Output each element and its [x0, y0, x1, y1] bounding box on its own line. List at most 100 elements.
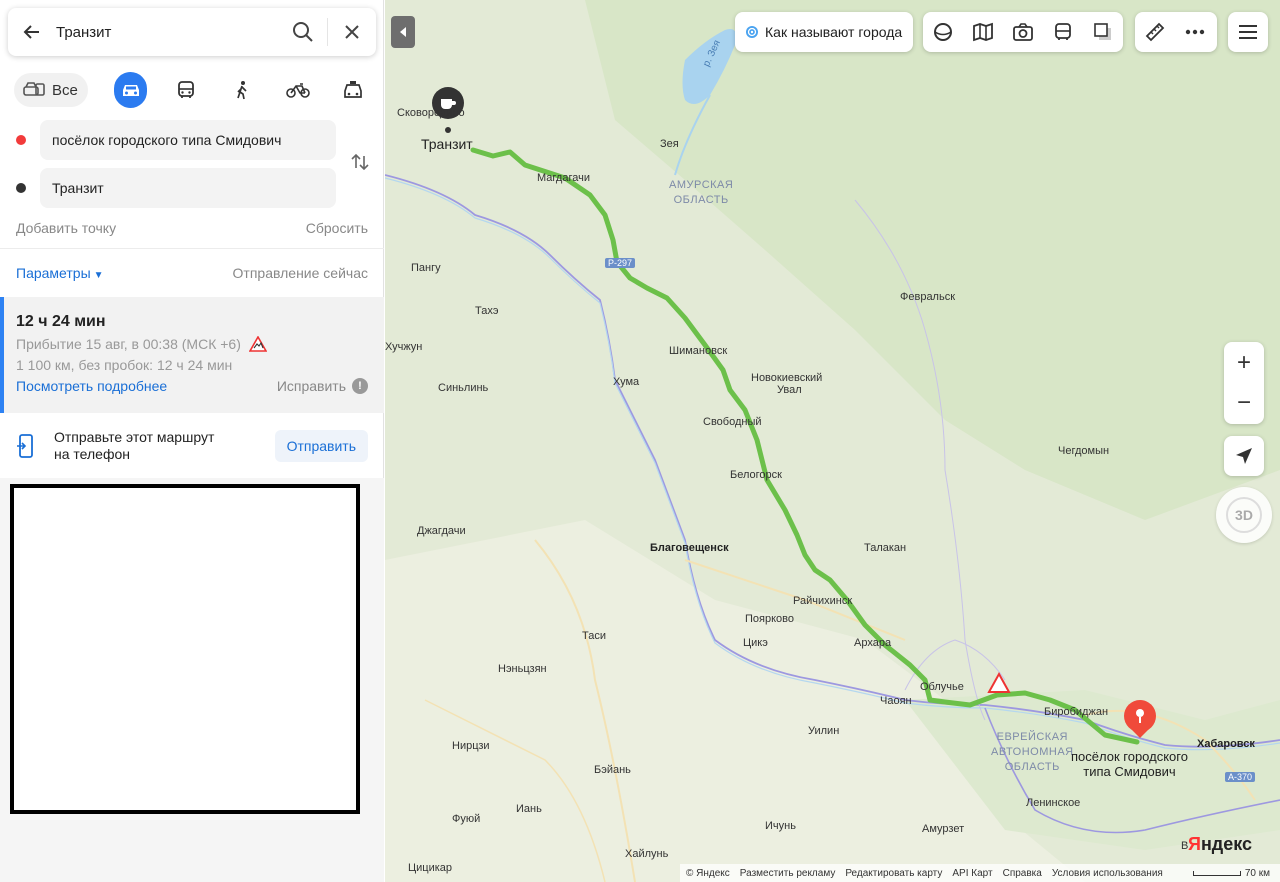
search-button[interactable]: [279, 8, 327, 56]
city-label: Свободный: [703, 416, 762, 428]
yandex-logo: Яндекс: [1188, 834, 1252, 855]
route-fix-button[interactable]: Исправить!: [277, 378, 368, 394]
city-label: Иань: [516, 803, 542, 815]
city-label: Цицикар: [408, 862, 453, 874]
mode-bus-button[interactable]: [169, 72, 203, 108]
send-button[interactable]: Отправить: [274, 430, 368, 462]
city-label: Зея: [660, 138, 679, 150]
city-label: Поярково: [745, 613, 794, 625]
menu-button[interactable]: [1228, 12, 1268, 52]
city-label: Нэньцзян: [498, 663, 547, 675]
road-badge: Р-297: [605, 258, 636, 268]
locate-button[interactable]: [1224, 436, 1264, 476]
map-layer-button[interactable]: [963, 12, 1003, 52]
transport-layer-button[interactable]: [1043, 12, 1083, 52]
zoom-out-button[interactable]: −: [1224, 383, 1264, 423]
compass-3d-label: 3D: [1226, 497, 1262, 533]
layers-button[interactable]: [1083, 12, 1123, 52]
camera-icon: [1013, 23, 1033, 41]
layers-icon: [1094, 23, 1111, 40]
city-label: Архара: [854, 637, 892, 649]
city-label: Пангу: [411, 262, 441, 274]
more-button[interactable]: [1175, 12, 1215, 52]
edit-map-link[interactable]: Редактировать карту: [845, 868, 942, 879]
menu-toolbar: [1228, 12, 1268, 52]
route-distance: 1 100 км, без пробок: 12 ч 24 мин: [16, 357, 233, 373]
city-label: Хабаровск: [1197, 738, 1255, 750]
panorama-icon: [934, 23, 952, 41]
city-label: Новокиевский: [751, 372, 823, 384]
copyright-link[interactable]: © Яндекс: [686, 868, 730, 879]
city-label: Биробиджан: [1044, 706, 1109, 718]
road-works-icon: [248, 336, 267, 352]
city-label: Райчихинск: [793, 595, 853, 607]
clear-button[interactable]: [328, 8, 376, 56]
photos-button[interactable]: [1003, 12, 1043, 52]
close-icon: [345, 25, 359, 39]
route-card[interactable]: 12 ч 24 мин Прибытие 15 авг, в 00:38 (МС…: [0, 297, 384, 413]
map-area[interactable]: Сковородино Транзит Зея Магдагачи Пангу …: [385, 0, 1280, 882]
parameters-link[interactable]: Параметры ▼: [16, 265, 104, 281]
city-label: Фуюй: [452, 813, 481, 825]
swap-points-button[interactable]: [346, 148, 374, 176]
mode-bike-button[interactable]: [281, 72, 315, 108]
api-link[interactable]: API Карт: [952, 868, 992, 879]
route-from-input[interactable]: посёлок городского типа Смидович: [40, 120, 336, 160]
car-bus-icon: [23, 82, 45, 96]
route-details-link[interactable]: Посмотреть подробнее: [16, 378, 167, 394]
swap-icon: [351, 153, 369, 171]
city-label: Таси: [582, 630, 606, 642]
mode-taxi-button[interactable]: [336, 72, 370, 108]
ads-link[interactable]: Разместить рекламу: [740, 868, 836, 879]
city-label: Талакан: [864, 542, 907, 554]
geolocation-icon: [1236, 448, 1252, 464]
city-label: Чегдомын: [1058, 445, 1110, 457]
panorama-button[interactable]: [923, 12, 963, 52]
promo-label: Как называют города: [765, 24, 903, 40]
send-to-phone-row: Отправьте этот маршрут на телефон Отправ…: [16, 424, 368, 468]
origin-point-icon: [445, 127, 451, 133]
route-to-input[interactable]: Транзит: [40, 168, 336, 208]
pedestrian-icon: [237, 81, 247, 100]
logo-letter: Я: [1188, 834, 1201, 854]
city-label: Цикэ: [743, 637, 768, 649]
back-button[interactable]: [8, 8, 56, 56]
exclamation-icon: !: [352, 378, 368, 394]
chevron-left-icon: [400, 27, 406, 37]
mode-all-label: Все: [52, 81, 78, 99]
city-label: Хучжун: [385, 341, 423, 353]
terms-link[interactable]: Условия использования: [1052, 868, 1163, 879]
route-arrival: Прибытие 15 авг, в 00:38 (МСК +6): [16, 336, 241, 352]
zoom-in-button[interactable]: +: [1224, 343, 1264, 383]
region-label: АМУРСКАЯ ОБЛАСТЬ: [669, 178, 733, 208]
send-text-line1: Отправьте этот маршрут: [54, 429, 215, 445]
help-link[interactable]: Справка: [1003, 868, 1042, 879]
city-label: Тахэ: [475, 305, 499, 317]
ruler-button[interactable]: [1135, 12, 1175, 52]
map-fold-icon: [973, 22, 993, 42]
to-dot-icon: [16, 183, 26, 193]
tools-toolbar: [1135, 12, 1217, 52]
route-card-actions: Посмотреть подробнее Исправить!: [16, 378, 368, 394]
ruler-icon: [1145, 22, 1165, 42]
collapse-panel-button[interactable]: [391, 16, 415, 48]
route-fix-label: Исправить: [276, 378, 346, 394]
route-to-row: Транзит: [16, 168, 336, 208]
road-badge: А-370: [1225, 772, 1256, 782]
city-label: Синьлинь: [438, 382, 489, 394]
route-from-row: посёлок городского типа Смидович: [16, 120, 336, 160]
search-input[interactable]: Транзит: [56, 24, 279, 41]
mode-walk-button[interactable]: [225, 72, 259, 108]
city-label: Магдагачи: [537, 172, 590, 184]
departure-time[interactable]: Отправление сейчас: [233, 265, 368, 281]
from-dot-icon: [16, 135, 26, 145]
mode-car-button[interactable]: [113, 72, 148, 108]
city-label: Джагдачи: [417, 525, 466, 537]
reset-link[interactable]: Сбросить: [306, 220, 368, 236]
promo-button[interactable]: Как называют города: [735, 12, 913, 52]
mode-all-button[interactable]: Все: [14, 73, 88, 107]
add-point-link[interactable]: Добавить точку: [16, 220, 116, 236]
scale-bar: [1192, 870, 1241, 876]
city-label: Хайлунь: [625, 848, 669, 860]
compass-3d-button[interactable]: 3D: [1216, 487, 1272, 543]
